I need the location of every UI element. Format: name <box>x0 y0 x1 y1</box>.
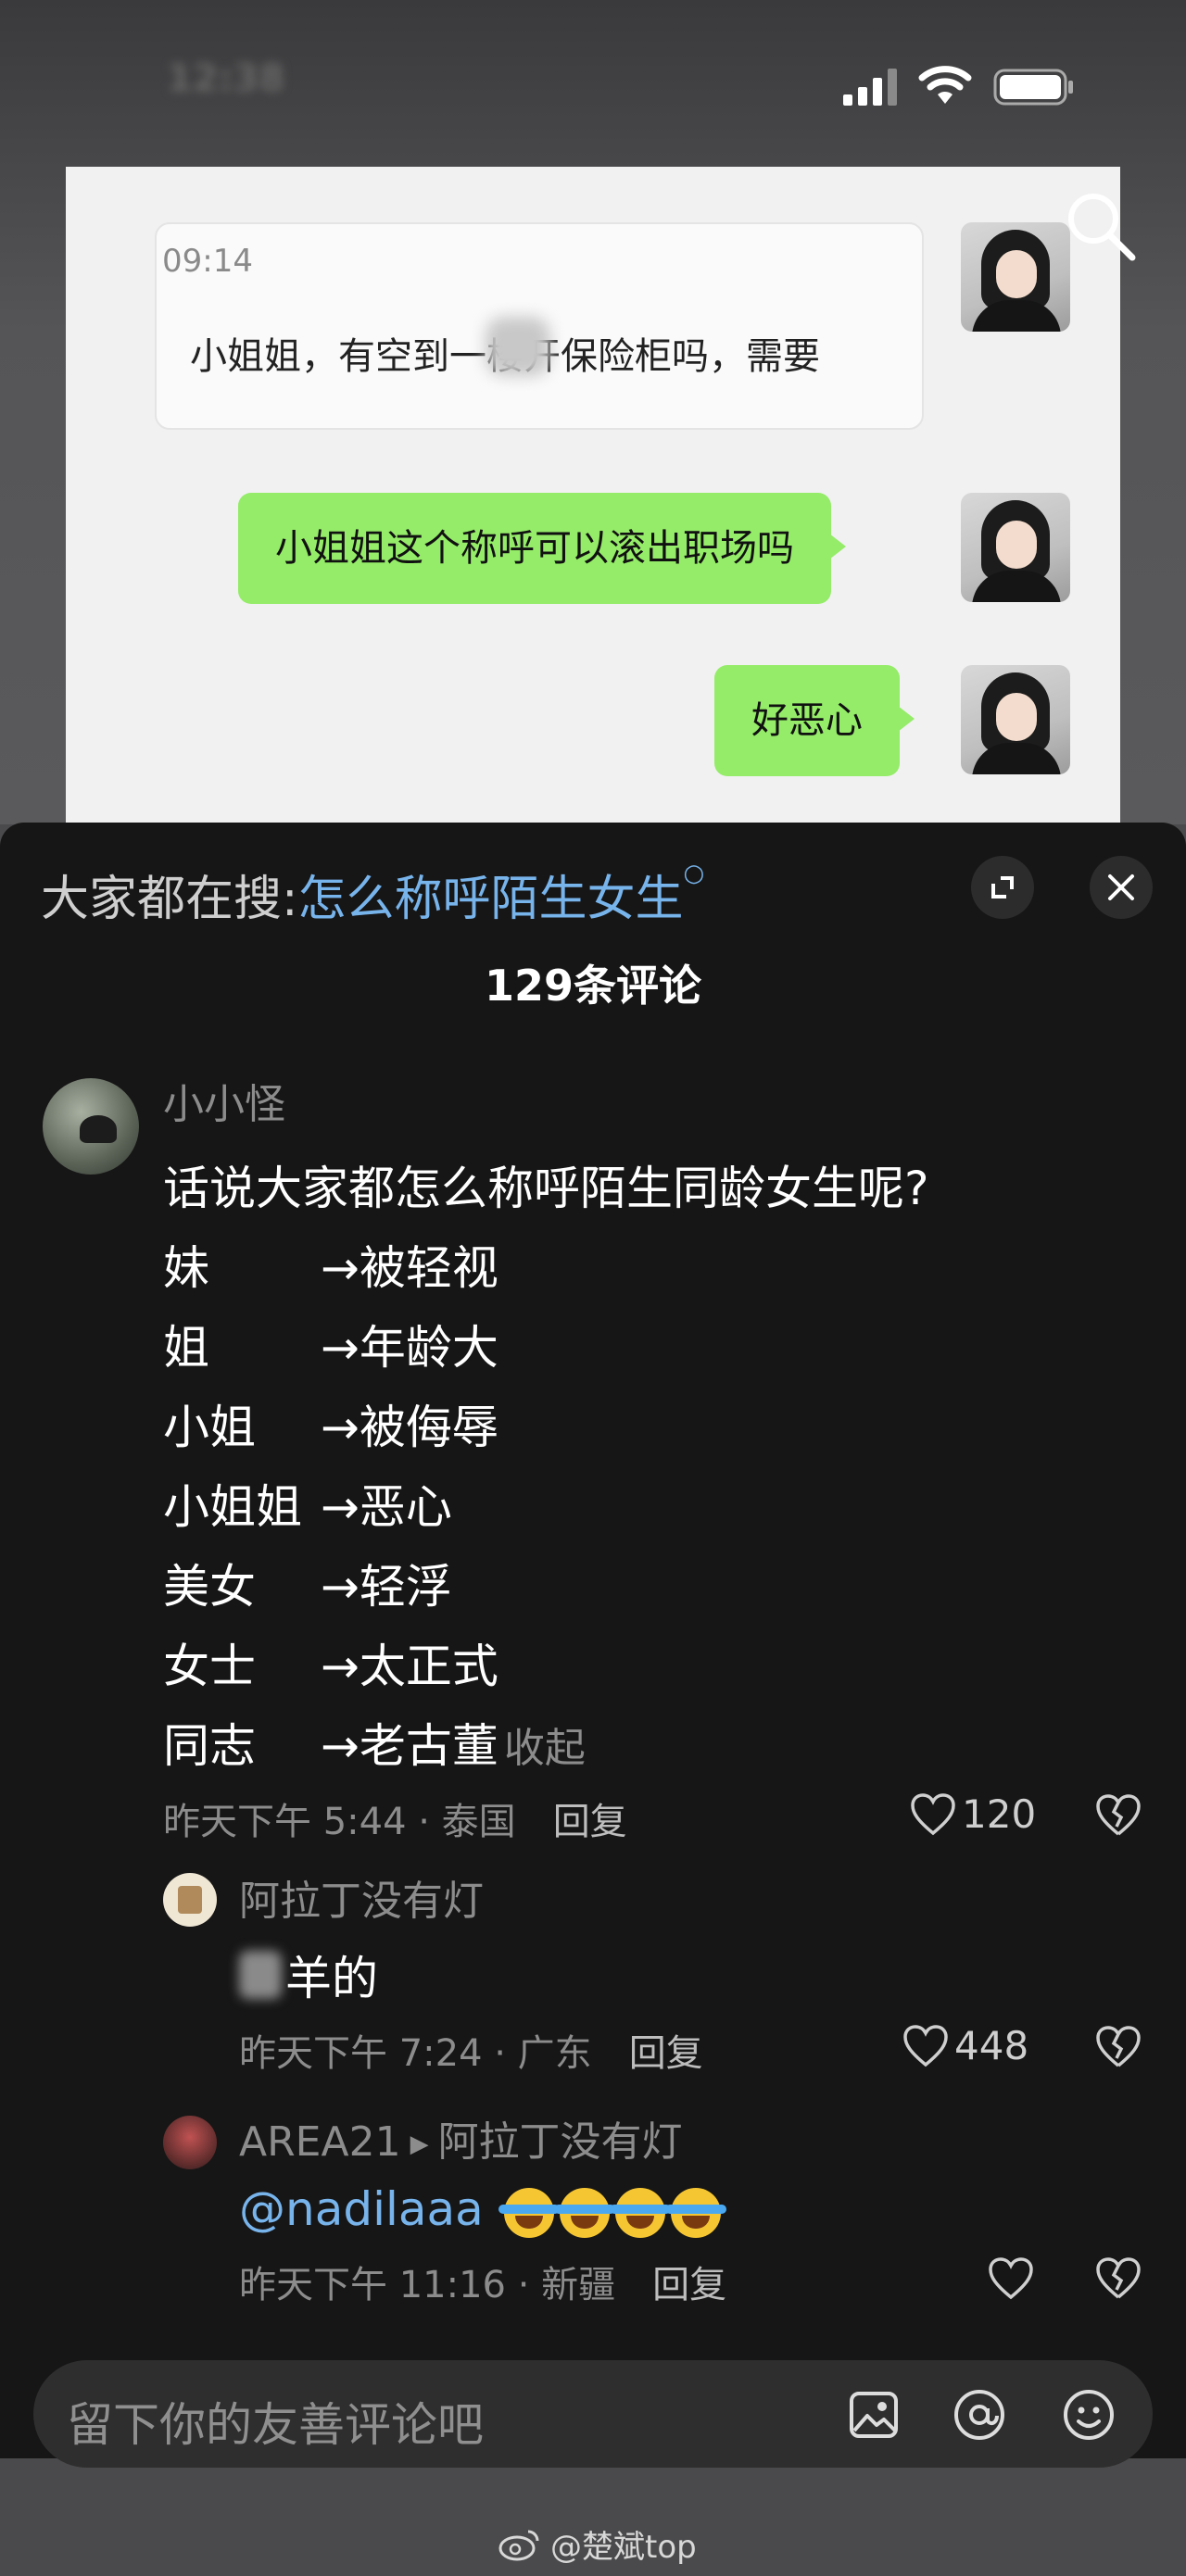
censor-blur <box>486 317 550 376</box>
close-icon <box>1108 874 1134 900</box>
comment-question: 话说大家都怎么称呼陌生同龄女生呢? <box>163 1162 929 1215</box>
chat-screenshot: 09:14 小姐姐，有空到一楼开保险柜吗，需要 小姐姐这个称呼可以滚出职场吗 好… <box>66 167 1120 824</box>
reply-header: AREA21 ▶ 阿拉丁没有灯 <box>239 2108 683 2168</box>
reply-time-location: 昨天下午 7:24 · 广东 <box>239 2032 592 2075</box>
reply-arrow-icon: ▶ <box>410 2130 429 2158</box>
status-time: 12:38 <box>167 57 285 100</box>
small-search-icon: ○ <box>683 860 705 887</box>
at-icon[interactable] <box>953 2388 1006 2442</box>
like-count: 448 <box>954 2023 1029 2068</box>
comment-body[interactable]: 话说大家都怎么称呼陌生同龄女生呢? 妹 →被轻视 姐 →年龄大 小姐 →被侮辱 小姐姐… <box>163 1149 929 1789</box>
chat-avatar <box>961 665 1070 774</box>
chat-bubble: 好恶心 <box>714 665 915 776</box>
comment-time-location: 昨天下午 5:44 · 泰国 <box>163 1801 516 1843</box>
hot-search-prefix: 大家都在搜: <box>41 872 298 927</box>
quoted-message-time: 09:14 <box>162 243 253 280</box>
video-area[interactable]: 12:38 09:14 小姐姐，有空到一楼开保险柜吗，需要 小姐姐这个称呼可以滚… <box>0 0 1186 824</box>
chat-avatar <box>961 222 1070 332</box>
weibo-icon <box>498 2530 539 2560</box>
emoji-icon[interactable] <box>1062 2388 1116 2442</box>
reply-text[interactable]: @nadilaaa <box>239 2182 726 2238</box>
reply-time-location: 昨天下午 11:16 · 新疆 <box>239 2264 616 2306</box>
watermark: @楚斌top <box>497 2521 697 2567</box>
laughing-tears-emoji-icon <box>498 2187 560 2238</box>
chat-bubble: 小姐姐这个称呼可以滚出职场吗 <box>238 493 846 604</box>
reply-to-username[interactable]: 阿拉丁没有灯 <box>438 2118 683 2166</box>
broken-heart-icon[interactable] <box>1095 1793 1142 1838</box>
avatar[interactable] <box>43 1078 139 1175</box>
expand-button[interactable] <box>971 856 1034 919</box>
comment-username[interactable]: 小小怪 <box>163 1071 285 1130</box>
hot-search-link[interactable]: 大家都在搜:怎么称呼陌生女生○ <box>41 860 704 929</box>
reply-button[interactable]: 回复 <box>652 2264 726 2306</box>
collapse-link[interactable]: 收起 <box>504 1725 586 1772</box>
signal-icon <box>843 69 897 106</box>
reply-text[interactable]: 羊的 <box>239 1941 378 2008</box>
comment-line: 女士 →太正式 <box>163 1640 498 1693</box>
comment-line: 小姐姐 →恶心 <box>163 1480 452 1534</box>
chat-avatar <box>961 493 1070 602</box>
wifi-icon <box>918 66 972 104</box>
laughing-tears-emoji-icon <box>553 2187 615 2238</box>
comment-line: 妹 →被轻视 <box>163 1241 498 1295</box>
reply-username[interactable]: 阿拉丁没有灯 <box>239 1867 484 1927</box>
reply-button[interactable]: 回复 <box>553 1801 627 1843</box>
laughing-tears-emoji-icon <box>664 2187 726 2238</box>
reply-username[interactable]: AREA21 <box>239 2118 401 2166</box>
heart-icon <box>911 1792 955 1835</box>
search-icon[interactable] <box>1064 189 1138 263</box>
hot-search-keyword[interactable]: 怎么称呼陌生女生 <box>298 872 684 927</box>
battery-icon <box>993 69 1073 106</box>
close-button[interactable] <box>1090 856 1153 919</box>
comment-line: 美女 →轻浮 <box>163 1560 452 1614</box>
expand-icon <box>991 876 1014 898</box>
broken-heart-icon[interactable] <box>1095 2025 1142 2069</box>
like-button[interactable]: 120 <box>910 1791 1036 1837</box>
avatar[interactable] <box>163 2116 217 2169</box>
like-count: 120 <box>962 1791 1037 1837</box>
broken-heart-icon[interactable] <box>1095 2256 1142 2301</box>
like-button[interactable]: 448 <box>902 2023 1028 2068</box>
avatar[interactable] <box>163 1873 217 1927</box>
comment-input-placeholder: 留下你的友善评论吧 <box>67 2398 484 2452</box>
comment-count: 129条评论 <box>484 961 702 1011</box>
reply-meta: 昨天下午 7:24 · 广东 回复 <box>239 2023 703 2077</box>
comment-panel: 大家都在搜:怎么称呼陌生女生○ 129条评论 小小怪 话说大家都怎么称呼陌生同龄… <box>0 823 1186 2458</box>
heart-icon[interactable] <box>988 2256 1034 2301</box>
comment-line: 同志 →老古董 收起 <box>163 1719 586 1773</box>
heart-icon <box>903 2024 948 2067</box>
comment-meta: 昨天下午 5:44 · 泰国 回复 <box>163 1791 627 1845</box>
image-icon[interactable] <box>847 2388 901 2442</box>
comment-line: 小姐 →被侮辱 <box>163 1401 498 1454</box>
mention-link[interactable]: @nadilaaa <box>239 2182 484 2236</box>
reply-button[interactable]: 回复 <box>629 2032 703 2075</box>
laughing-tears-emoji-icon <box>609 2187 671 2238</box>
comment-line: 姐 →年龄大 <box>163 1321 498 1375</box>
quoted-message-card: 09:14 小姐姐，有空到一楼开保险柜吗，需要 <box>155 222 924 430</box>
comment-input[interactable]: 留下你的友善评论吧 <box>33 2360 1153 2468</box>
watermark-text: @楚斌top <box>550 2529 697 2566</box>
reply-meta: 昨天下午 11:16 · 新疆 回复 <box>239 2255 726 2308</box>
